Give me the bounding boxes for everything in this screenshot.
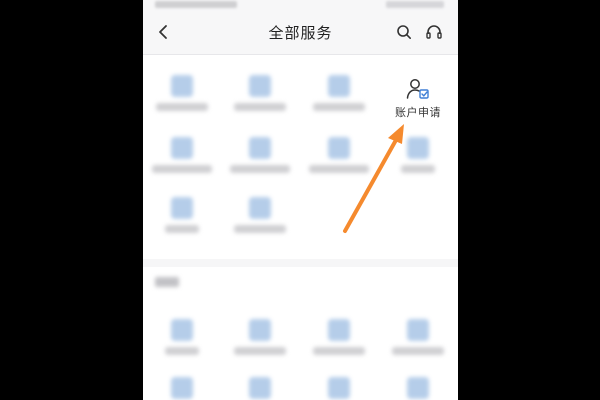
status-system-blurred [386,1,444,8]
service-label-blurred [313,103,365,111]
service-icon [249,377,271,399]
service-tile-account-application[interactable]: 账户申请 [379,77,457,120]
service-icon [328,377,350,399]
search-button[interactable] [393,21,415,43]
account-application-label: 账户申请 [395,106,441,119]
phone-screen: 全部服务 账户申请 [143,0,458,400]
service-tile-blurred[interactable] [300,377,378,399]
service-icon [249,319,271,341]
service-tile-blurred[interactable] [143,75,221,111]
service-tile-blurred[interactable] [300,75,378,111]
search-icon [397,25,411,39]
headset-icon [426,25,442,39]
service-icon [249,75,271,97]
service-tile-blurred[interactable] [379,319,457,355]
service-icon [328,137,350,159]
service-label-blurred [230,165,290,173]
service-icon [249,137,271,159]
service-label-blurred [392,347,444,355]
customer-service-button[interactable] [423,21,445,43]
service-icon [328,319,350,341]
service-label-blurred [165,225,199,233]
service-tile-blurred[interactable] [143,197,221,233]
service-tile-blurred[interactable] [221,75,299,111]
service-label-blurred [165,347,199,355]
status-bar [143,0,458,12]
service-tile-blurred[interactable] [379,137,457,173]
service-tile-blurred[interactable] [221,197,299,233]
section-title-blurred [155,277,179,287]
service-icon [171,75,193,97]
service-icon [171,137,193,159]
service-icon [249,197,271,219]
top-nav-bar: 全部服务 [143,12,458,55]
user-check-icon [406,79,429,99]
service-tile-blurred[interactable] [221,377,299,399]
service-tile-blurred[interactable] [143,377,221,399]
service-tile-blurred[interactable] [221,137,299,173]
section-divider [143,259,458,267]
service-icon [171,377,193,399]
service-icon [171,319,193,341]
services-grid: 账户申请 [143,55,458,400]
service-tile-blurred[interactable] [143,319,221,355]
service-tile-blurred[interactable] [143,137,221,173]
service-label-blurred [234,225,286,233]
service-label-blurred [156,103,208,111]
service-tile-blurred[interactable] [300,137,378,173]
service-icon [328,75,350,97]
service-tile-blurred[interactable] [379,377,457,399]
service-icon [171,197,193,219]
service-label-blurred [401,165,435,173]
status-indicators-blurred [155,1,237,8]
service-tile-blurred[interactable] [300,319,378,355]
service-label-blurred [309,165,369,173]
service-label-blurred [234,347,286,355]
service-label-blurred [152,165,212,173]
service-icon [407,137,429,159]
service-tile-blurred[interactable] [221,319,299,355]
service-icon [407,319,429,341]
service-icon [407,377,429,399]
service-label-blurred [313,347,365,355]
service-label-blurred [234,103,286,111]
